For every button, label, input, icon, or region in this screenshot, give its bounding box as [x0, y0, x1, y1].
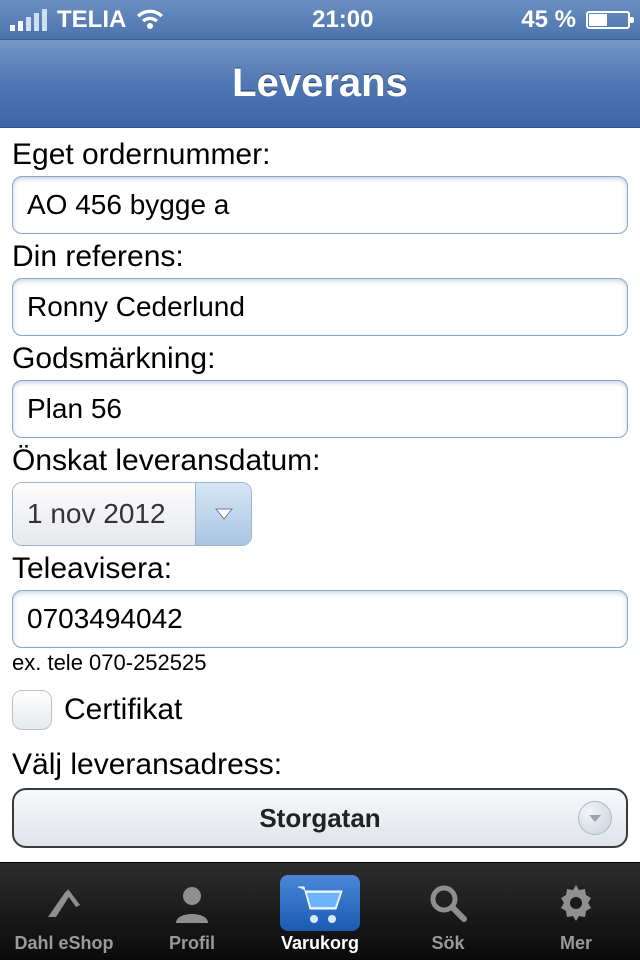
search-icon [428, 883, 468, 923]
delivery-date-select[interactable]: 1 nov 2012 [12, 482, 252, 546]
tab-eshop-label: Dahl eShop [14, 933, 113, 954]
tabbar: Dahl eShop Profil Varukorg [0, 862, 640, 960]
clock: 21:00 [312, 6, 373, 34]
tab-eshop[interactable]: Dahl eShop [0, 863, 128, 960]
dropdown-button[interactable] [195, 483, 251, 545]
gear-icon [555, 882, 597, 924]
reference-input[interactable]: Ronny Cederlund [12, 278, 628, 336]
profile-icon [172, 883, 212, 923]
signal-bars-icon [10, 9, 47, 31]
statusbar: TELIA 21:00 45 % [0, 0, 640, 40]
carrier-label: TELIA [57, 6, 126, 34]
tele-input[interactable]: 0703494042 [12, 590, 628, 648]
form-content: Eget ordernummer: AO 456 bygge a Din ref… [0, 128, 640, 862]
tele-label: Teleavisera: [12, 552, 628, 586]
tab-search[interactable]: Sök [384, 863, 512, 960]
eshop-icon [42, 883, 86, 923]
goods-marking-label: Godsmärkning: [12, 342, 628, 376]
certificate-checkbox[interactable] [12, 690, 52, 730]
battery-percent: 45 % [521, 6, 576, 34]
tele-hint: ex. tele 070-252525 [12, 650, 628, 676]
page-title: Leverans [232, 61, 408, 106]
tele-value: 0703494042 [27, 603, 183, 635]
battery-icon [586, 11, 630, 29]
tab-profile-label: Profil [169, 933, 215, 954]
order-number-label: Eget ordernummer: [12, 138, 628, 172]
tab-more-label: Mer [560, 933, 592, 954]
address-value: Storgatan [259, 803, 380, 834]
goods-marking-value: Plan 56 [27, 393, 122, 425]
delivery-date-value: 1 nov 2012 [13, 483, 195, 545]
delivery-date-label: Önskat leveransdatum: [12, 444, 628, 478]
reference-label: Din referens: [12, 240, 628, 274]
tab-profile[interactable]: Profil [128, 863, 256, 960]
reference-value: Ronny Cederlund [27, 291, 245, 323]
tab-cart[interactable]: Varukorg [256, 863, 384, 960]
expand-icon [578, 801, 612, 835]
tab-search-label: Sök [431, 933, 464, 954]
cart-icon [294, 881, 346, 925]
address-select[interactable]: Storgatan [12, 788, 628, 848]
chevron-down-icon [214, 507, 234, 521]
wifi-icon [136, 9, 164, 31]
titlebar: Leverans [0, 40, 640, 128]
tab-cart-label: Varukorg [281, 933, 359, 954]
address-label: Välj leveransadress: [12, 748, 628, 782]
goods-marking-input[interactable]: Plan 56 [12, 380, 628, 438]
certificate-label: Certifikat [64, 693, 182, 727]
order-number-input[interactable]: AO 456 bygge a [12, 176, 628, 234]
order-number-value: AO 456 bygge a [27, 189, 229, 221]
tab-more[interactable]: Mer [512, 863, 640, 960]
